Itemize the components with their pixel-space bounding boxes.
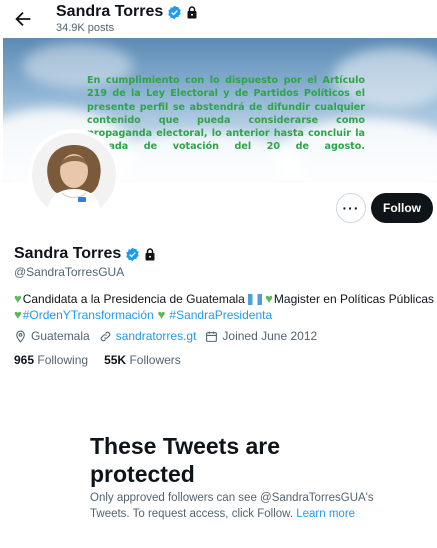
heart-icon: ♥ (14, 307, 22, 322)
lock-icon (187, 5, 197, 18)
follow-button[interactable]: Follow (371, 193, 433, 223)
profile-handle: @SandraTorresGUA (14, 265, 125, 279)
top-bar: Sandra Torres 34.9K posts (0, 0, 437, 38)
bio-line-2: ♥ #OrdenYTransformación ♥ #SandraPreside… (14, 307, 434, 323)
back-arrow-icon[interactable] (12, 8, 34, 30)
calendar-icon (206, 331, 218, 342)
follow-stats: 965 Following 55K Followers (14, 353, 181, 367)
location-text: Guatemala (31, 329, 90, 343)
verified-icon (126, 247, 140, 261)
profile-name-row: Sandra Torres (14, 245, 156, 263)
joined-text: Joined June 2012 (222, 329, 318, 343)
website-link[interactable]: sandratorres.gt (116, 329, 197, 343)
profile-meta: Guatemala sandratorres.gt Joined June 20… (14, 329, 317, 343)
lock-icon (145, 247, 155, 260)
website-item[interactable]: sandratorres.gt (99, 329, 197, 343)
link-icon (100, 331, 110, 341)
header-title: Sandra Torres (56, 3, 198, 21)
heart-icon: ♥ (14, 291, 22, 306)
hashtag-link[interactable]: #OrdenYTransformación (23, 307, 154, 323)
followers-label: Followers (129, 353, 181, 367)
bio-text-candidate: Candidata a la Presidencia de Guatemala (22, 292, 245, 306)
location-item: Guatemala (14, 329, 90, 343)
following-stat[interactable]: 965 Following (14, 353, 88, 367)
followers-count: 55K (104, 353, 127, 367)
protected-title: These Tweets are protected (90, 433, 281, 487)
more-options-button[interactable]: ··· (336, 193, 366, 223)
following-label: Following (37, 353, 89, 367)
bio-line-1: ♥ Candidata a la Presidencia de Guatemal… (14, 291, 434, 307)
learn-more-link[interactable]: Learn more (296, 508, 355, 520)
header-name: Sandra Torres (56, 3, 164, 20)
post-count: 34.9K posts (56, 22, 115, 34)
following-count: 965 (14, 353, 35, 367)
avatar[interactable] (28, 129, 120, 221)
followers-stat[interactable]: 55K Followers (104, 353, 181, 367)
banner-notice-text: En cumplimiento con lo dispuesto por el … (87, 75, 365, 153)
protected-description: Only approved followers can see @SandraT… (90, 491, 380, 522)
location-icon (16, 330, 25, 343)
heart-icon: ♥ (265, 291, 273, 306)
verified-icon (168, 5, 182, 19)
profile-photo (32, 133, 116, 217)
hashtag-link[interactable]: #SandraPresidenta (169, 307, 272, 323)
profile-name: Sandra Torres (14, 245, 122, 262)
joined-item: Joined June 2012 (205, 329, 317, 343)
flag-icon (247, 293, 263, 305)
bio-text-magister: Magister en Políticas Públicas (273, 292, 434, 306)
heart-icon: ♥ (157, 307, 166, 322)
profile-bio: ♥ Candidata a la Presidencia de Guatemal… (14, 291, 434, 323)
